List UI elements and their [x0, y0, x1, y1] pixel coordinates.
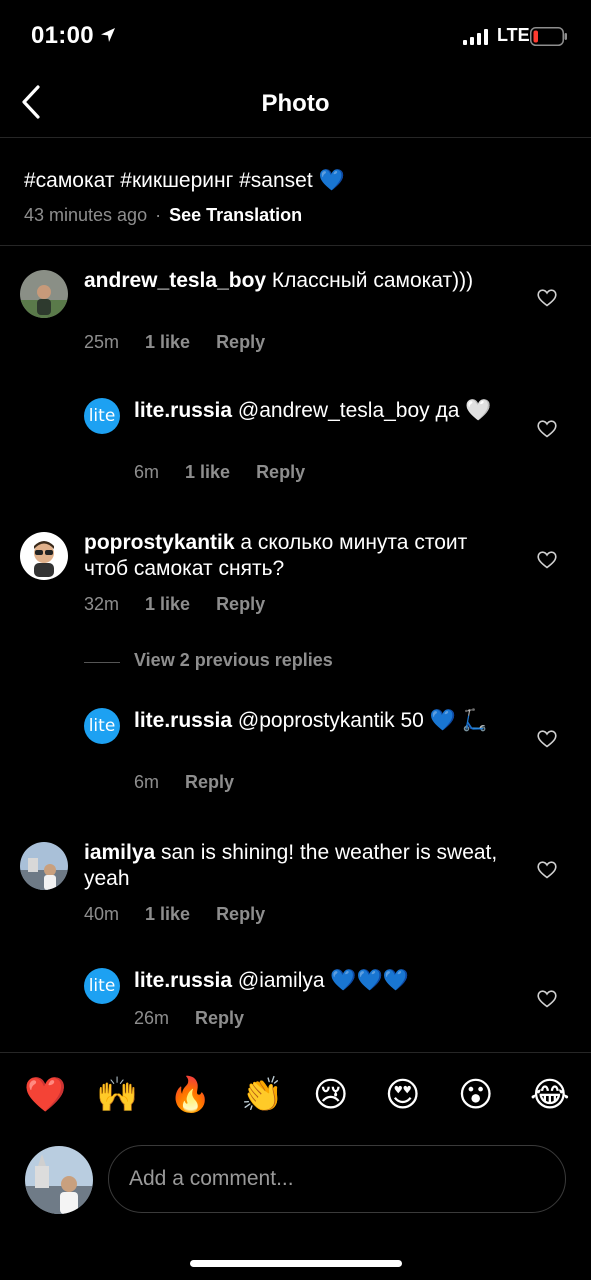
reply-button[interactable]: Reply [216, 904, 265, 925]
avatar-label: lite [88, 976, 116, 996]
lite-avatar[interactable]: lite [84, 708, 120, 744]
like-count[interactable]: 1 like [145, 904, 190, 925]
status-bar: 01:00 LTE [0, 0, 591, 72]
comment-time: 25m [84, 332, 120, 352]
comment-username[interactable]: lite.russia [134, 969, 232, 992]
caption-text: #самокат #кикшеринг #sanset 💙 [24, 169, 345, 192]
comment-username[interactable]: poprostykantik [84, 531, 235, 554]
reply-button[interactable]: Reply [216, 332, 265, 353]
comment-username[interactable]: lite.russia [134, 399, 232, 422]
comment-text: @iamilya 💙💙💙 [232, 969, 409, 992]
avatar-label: lite [88, 406, 116, 426]
comment-meta: 6m Reply [134, 772, 260, 793]
heart-icon[interactable] [537, 861, 557, 879]
emoji-fire[interactable]: 🔥 [169, 1075, 211, 1115]
emoji-heart[interactable]: ❤️ [24, 1075, 66, 1115]
like-count[interactable]: 1 like [145, 594, 190, 615]
comment-body: lite.russia @poprostykantik 50 💙 🛴 [134, 708, 504, 734]
comment-body: lite.russia @iamilya 💙💙💙 [134, 968, 504, 994]
view-previous-replies-link[interactable]: View 2 previous replies [134, 650, 333, 671]
post-caption: #самокат #кикшеринг #sanset 💙 43 minutes… [0, 139, 591, 246]
avatar[interactable] [20, 842, 68, 890]
comment-username[interactable]: andrew_tesla_boy [84, 269, 266, 292]
emoji-crying[interactable]: 😢 [313, 1075, 348, 1115]
like-count[interactable]: 1 like [145, 332, 190, 353]
comment-body: lite.russia @andrew_tesla_boy да 🤍 [134, 398, 504, 424]
see-translation-link[interactable]: See Translation [169, 205, 302, 225]
battery-icon [530, 27, 567, 46]
home-indicator [190, 1260, 402, 1267]
heart-icon[interactable] [537, 730, 557, 748]
comment-meta: 32m 1 like Reply [84, 594, 291, 615]
comment-username[interactable]: lite.russia [134, 709, 232, 732]
heart-icon[interactable] [537, 289, 557, 307]
comment-time: 6m [134, 462, 160, 482]
reply-button[interactable]: Reply [195, 1008, 244, 1029]
location-arrow-icon [101, 28, 115, 42]
my-avatar [25, 1146, 93, 1214]
comment-text: @andrew_tesla_boy да 🤍 [232, 399, 492, 422]
emoji-clapping[interactable]: 👏 [241, 1075, 283, 1115]
divider-line [84, 662, 120, 663]
comment-meta: 6m 1 like Reply [134, 462, 331, 483]
emoji-surprised[interactable]: 😮 [458, 1075, 493, 1115]
emoji-laughing[interactable]: 😂 [530, 1075, 570, 1115]
comment-time: 6m [134, 772, 160, 792]
comment-time: 26m [134, 1008, 170, 1028]
heart-icon[interactable] [537, 420, 557, 438]
caption-meta: 43 minutes ago · See Translation [24, 205, 302, 226]
comment-time: 32m [84, 594, 120, 614]
comment-body: andrew_tesla_boy Классный самокат))) [84, 268, 504, 294]
comment-text: @poprostykantik 50 💙 🛴 [232, 709, 488, 732]
avatar[interactable] [20, 270, 68, 318]
comment-text: Классный самокат))) [266, 269, 474, 292]
lite-avatar[interactable]: lite [84, 398, 120, 434]
comment-meta: 40m 1 like Reply [84, 904, 291, 925]
nav-bar: Photo [0, 72, 591, 138]
reply-button[interactable]: Reply [256, 462, 305, 483]
signal-bars-icon [463, 29, 488, 45]
page-title: Photo [261, 90, 330, 117]
comment-time: 40m [84, 904, 120, 924]
comment-input[interactable] [108, 1145, 566, 1213]
avatar[interactable] [20, 532, 68, 580]
reply-button[interactable]: Reply [216, 594, 265, 615]
status-time: 01:00 [31, 22, 94, 49]
comment-username[interactable]: iamilya [84, 841, 155, 864]
avatar-label: lite [88, 716, 116, 736]
comment-meta: 25m 1 like Reply [84, 332, 291, 353]
heart-icon[interactable] [537, 551, 557, 569]
emoji-raised-hands[interactable]: 🙌 [96, 1075, 138, 1115]
comment-body: poprostykantik а сколько минута стоит чт… [84, 530, 514, 582]
emoji-heart-eyes[interactable]: 😍 [385, 1075, 420, 1115]
heart-icon[interactable] [537, 990, 557, 1008]
lite-avatar[interactable]: lite [84, 968, 120, 1004]
meta-separator: · [155, 205, 162, 225]
like-count[interactable]: 1 like [185, 462, 230, 483]
network-type: LTE [497, 25, 530, 45]
comment-body: iamilya san is shining! the weather is s… [84, 840, 504, 892]
comment-meta: 26m Reply [134, 1008, 270, 1029]
caption-time: 43 minutes ago [24, 205, 148, 225]
reply-button[interactable]: Reply [185, 772, 234, 793]
emoji-quick-bar: ❤️ 🙌 🔥 👏 😢 😍 😮 😂 [0, 1052, 591, 1140]
